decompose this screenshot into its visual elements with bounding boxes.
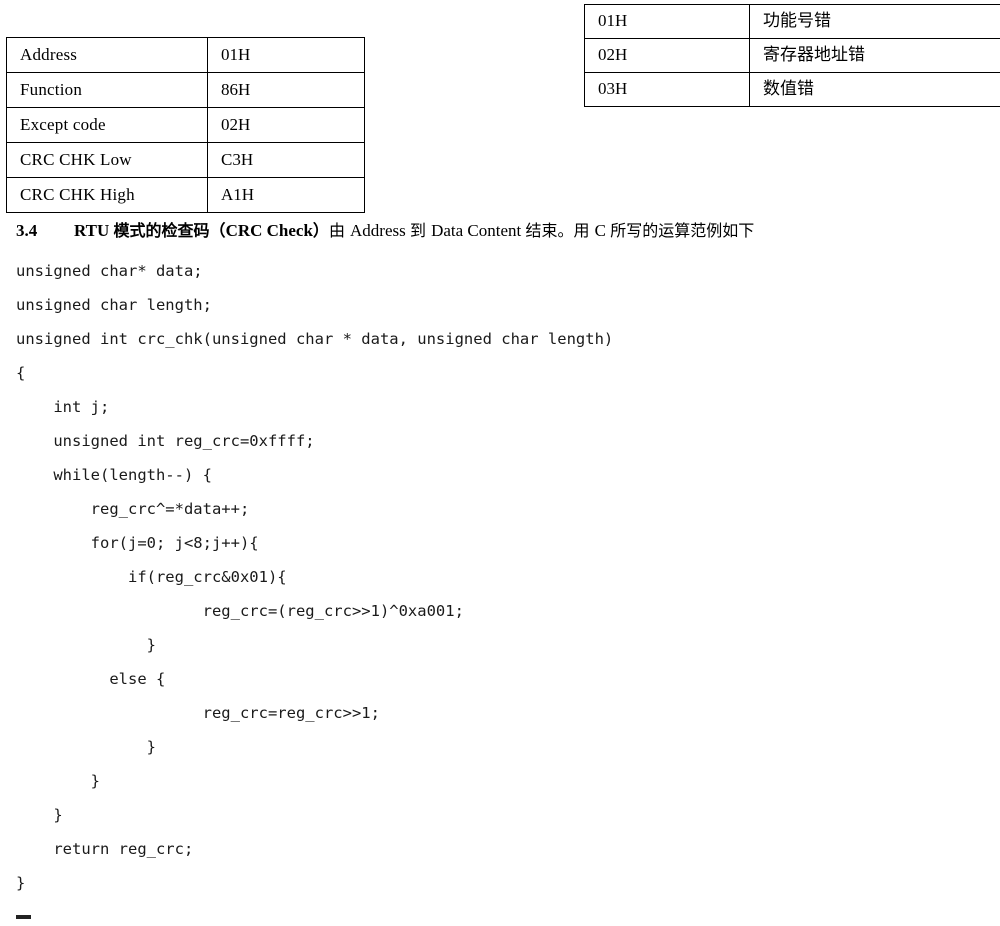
frame-field-label: Except code bbox=[20, 114, 106, 134]
code-line: { bbox=[16, 364, 26, 382]
code-line: reg_crc=reg_crc>>1; bbox=[16, 704, 380, 722]
section-title-latin-1: RTU bbox=[74, 221, 114, 240]
table-row: CRC CHK Low C3H bbox=[6, 142, 365, 178]
code-line: int j; bbox=[16, 398, 110, 416]
code-line: return reg_crc; bbox=[16, 840, 194, 858]
code-line: unsigned int crc_chk(unsigned char * dat… bbox=[16, 330, 614, 348]
exception-desc-cell: 功能号错 bbox=[749, 4, 1000, 39]
frame-field-cell: Except code bbox=[6, 107, 208, 143]
section-title-latin-2: CRC Check bbox=[225, 221, 313, 240]
frame-field-cell: CRC CHK Low bbox=[6, 142, 208, 178]
frame-value-cell: 02H bbox=[207, 107, 365, 143]
code-line: reg_crc=(reg_crc>>1)^0xa001; bbox=[16, 602, 464, 620]
code-line: while(length--) { bbox=[16, 466, 212, 484]
exception-code-cell: 03H bbox=[584, 72, 750, 107]
exception-frame-table-body: Address 01H Function 86H Except code 02H… bbox=[6, 37, 365, 213]
code-line: } bbox=[16, 636, 156, 654]
table-row: Function 86H bbox=[6, 72, 365, 108]
code-line: } bbox=[16, 772, 100, 790]
section-desc-latin-1: Address bbox=[350, 221, 410, 240]
frame-value-cell: 86H bbox=[207, 72, 365, 108]
section-desc-latin-2: Data Content bbox=[431, 221, 526, 240]
code-line: for(j=0; j<8;j++){ bbox=[16, 534, 259, 552]
code-line: } bbox=[16, 806, 63, 824]
section-number: 3.4 bbox=[16, 221, 38, 240]
table-row: 03H 数值错 bbox=[584, 72, 1000, 107]
table-row: 02H 寄存器地址错 bbox=[584, 38, 1000, 73]
frame-field-label: CRC CHK High bbox=[20, 184, 135, 204]
footer-rule-mark bbox=[16, 915, 31, 919]
section-desc-han-1: 由 bbox=[328, 221, 351, 240]
table-row: Except code 02H bbox=[6, 107, 365, 143]
exception-code-table-body: 01H 功能号错 02H 寄存器地址错 03H 数值错 bbox=[584, 4, 1000, 107]
crc-code-block: unsigned char* data; unsigned char lengt… bbox=[16, 254, 976, 900]
code-line: if(reg_crc&0x01){ bbox=[16, 568, 287, 586]
section-desc-han-4: 所写的运算范例如下 bbox=[610, 221, 755, 240]
exception-desc-cell: 数值错 bbox=[749, 72, 1000, 107]
frame-field-cell: CRC CHK High bbox=[6, 177, 208, 213]
section-heading: 3.4 RTU 模式的检查码（CRC Check）由 Address 到 Data… bbox=[16, 220, 984, 241]
code-line: unsigned char length; bbox=[16, 296, 212, 314]
frame-field-cell: Function bbox=[6, 72, 208, 108]
section-title-han-2: ） bbox=[312, 221, 329, 240]
section-desc-han-2: 到 bbox=[410, 221, 432, 240]
exception-frame-table: Address 01H Function 86H Except code 02H… bbox=[6, 37, 365, 213]
section-desc-latin-3: C bbox=[594, 221, 611, 240]
exception-desc-cell: 寄存器地址错 bbox=[749, 38, 1000, 73]
frame-field-label: Address bbox=[20, 44, 78, 64]
frame-field-label: CRC CHK Low bbox=[20, 149, 132, 169]
code-line: unsigned char* data; bbox=[16, 262, 203, 280]
table-row: Address 01H bbox=[6, 37, 365, 73]
exception-code-cell: 01H bbox=[584, 4, 750, 39]
code-line: } bbox=[16, 738, 156, 756]
table-row: CRC CHK High A1H bbox=[6, 177, 365, 213]
exception-code-table: 01H 功能号错 02H 寄存器地址错 03H 数值错 bbox=[584, 4, 1000, 107]
frame-value-cell: 01H bbox=[207, 37, 365, 73]
table-row: 01H 功能号错 bbox=[584, 4, 1000, 39]
code-line: unsigned int reg_crc=0xffff; bbox=[16, 432, 315, 450]
frame-field-label: Function bbox=[20, 79, 83, 99]
frame-value-cell: C3H bbox=[207, 142, 365, 178]
code-line: } bbox=[16, 874, 26, 892]
section-desc-han-3: 结束。用 bbox=[525, 221, 595, 240]
frame-field-cell: Address bbox=[6, 37, 208, 73]
frame-value-cell: A1H bbox=[207, 177, 365, 213]
exception-code-cell: 02H bbox=[584, 38, 750, 73]
code-line: reg_crc^=*data++; bbox=[16, 500, 250, 518]
section-title-han-1: 模式的检查码（ bbox=[113, 221, 226, 240]
code-line: else { bbox=[16, 670, 166, 688]
